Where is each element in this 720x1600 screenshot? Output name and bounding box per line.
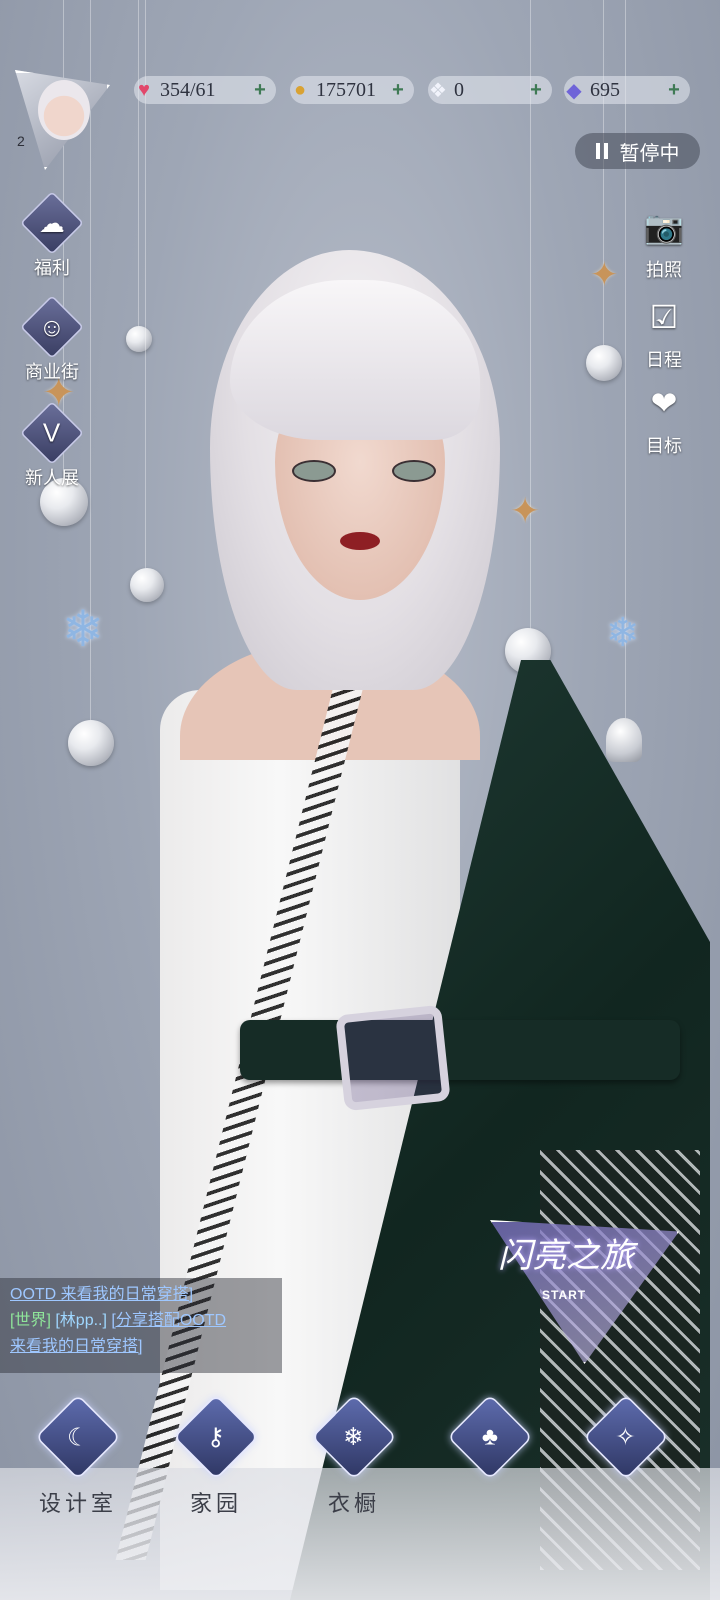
belt: [240, 1020, 680, 1080]
nav-label: 家园: [189, 1492, 242, 1517]
chat-channel-tag: [世界]: [10, 1312, 51, 1329]
nav-label: 衣橱: [327, 1492, 380, 1517]
snowflake-icon: ❄: [311, 1394, 397, 1480]
key-icon: ⚷: [173, 1394, 259, 1480]
shopping-street-button[interactable]: ☺ 商业街: [12, 295, 92, 384]
photo-button[interactable]: 📷 拍照: [624, 200, 704, 282]
goal-button[interactable]: ❤ 目标: [624, 376, 704, 458]
crown-v-icon: V: [20, 401, 84, 465]
goal-label: 目标: [646, 436, 682, 456]
lips: [340, 532, 380, 550]
nav-butterfly[interactable]: ✧: [566, 1394, 686, 1486]
diamond-value: 695: [590, 78, 620, 101]
pause-label: 暂停中: [619, 142, 680, 165]
crystal-bar: ❖ 0 +: [428, 76, 552, 104]
add-crystal-button[interactable]: +: [526, 79, 546, 102]
butterfly-icon: ✧: [583, 1394, 669, 1480]
newcomer-show-button[interactable]: V 新人展: [12, 401, 92, 490]
add-stamina-button[interactable]: +: [250, 79, 270, 102]
nav-wardrobe[interactable]: ❄ 衣橱: [294, 1394, 414, 1518]
nav-design-studio[interactable]: ☾ 设计室: [18, 1394, 138, 1518]
crystal-value: 0: [454, 78, 464, 101]
nav-clover[interactable]: ♣: [430, 1394, 550, 1486]
welfare-button[interactable]: ☁ 福利: [12, 191, 92, 280]
diamond-icon: ◆: [566, 79, 582, 102]
shopping-street-label: 商业街: [25, 362, 79, 382]
chat-share-link[interactable]: 来看我的日常穿搭]: [10, 1338, 142, 1355]
shopping-bag-icon: ☺: [20, 295, 84, 359]
gold-coin-icon: ●: [293, 78, 307, 101]
right-eye: [392, 460, 436, 482]
chat-share-link[interactable]: [分享搭配OOTD: [111, 1312, 226, 1329]
chat-share-link[interactable]: OOTD 来看我的日常穿搭]: [10, 1286, 193, 1303]
heart-gem-icon: ♥: [138, 78, 150, 101]
shining-journey-event-button[interactable]: 闪亮之旅 START: [480, 1210, 680, 1364]
chat-line: 来看我的日常穿搭]: [10, 1334, 272, 1360]
chat-line: [世界] [林pp..] [分享搭配OOTD: [10, 1308, 272, 1334]
photo-label: 拍照: [646, 260, 682, 280]
gold-value: 175701: [316, 78, 376, 101]
player-level: 2: [17, 133, 25, 149]
event-subtitle: START: [542, 1288, 587, 1302]
newcomer-show-label: 新人展: [25, 468, 79, 488]
chat-panel[interactable]: OOTD 来看我的日常穿搭] [世界] [林pp..] [分享搭配OOTD 来看…: [0, 1278, 282, 1373]
crystal-shard-icon: ❖: [429, 79, 447, 102]
gold-bar: ● 175701 +: [290, 76, 414, 104]
stamina-value: 354/61: [160, 78, 216, 101]
welfare-label: 福利: [34, 258, 70, 278]
add-diamond-button[interactable]: +: [664, 79, 684, 102]
event-title: 闪亮之旅: [498, 1236, 634, 1276]
player-avatar[interactable]: 2: [10, 70, 110, 170]
player-character[interactable]: [60, 250, 710, 1600]
moon-icon: ☾: [35, 1394, 121, 1480]
schedule-button[interactable]: ☑ 日程: [624, 290, 704, 372]
pause-icon: [595, 143, 608, 159]
clover-icon: ♣: [447, 1394, 533, 1480]
nav-label: 设计室: [38, 1492, 117, 1517]
diamond-bar: ◆ 695 +: [564, 76, 690, 104]
pause-button[interactable]: 暂停中: [575, 133, 700, 169]
nav-home[interactable]: ⚷ 家园: [156, 1394, 276, 1518]
target-badge-icon: ❤: [650, 385, 678, 421]
avatar-portrait: [38, 80, 90, 140]
stamina-bar: ♥ 354/61 +: [134, 76, 276, 104]
belt-buckle: [335, 1004, 451, 1112]
calendar-check-icon: ☑: [649, 299, 679, 335]
left-eye: [292, 460, 336, 482]
chat-line: OOTD 来看我的日常穿搭]: [10, 1282, 272, 1308]
add-gold-button[interactable]: +: [388, 79, 408, 102]
chat-username[interactable]: [林pp..]: [55, 1312, 107, 1329]
schedule-label: 日程: [646, 350, 682, 370]
camera-icon: 📷: [644, 209, 684, 245]
balloon-icon: ☁: [20, 191, 84, 255]
